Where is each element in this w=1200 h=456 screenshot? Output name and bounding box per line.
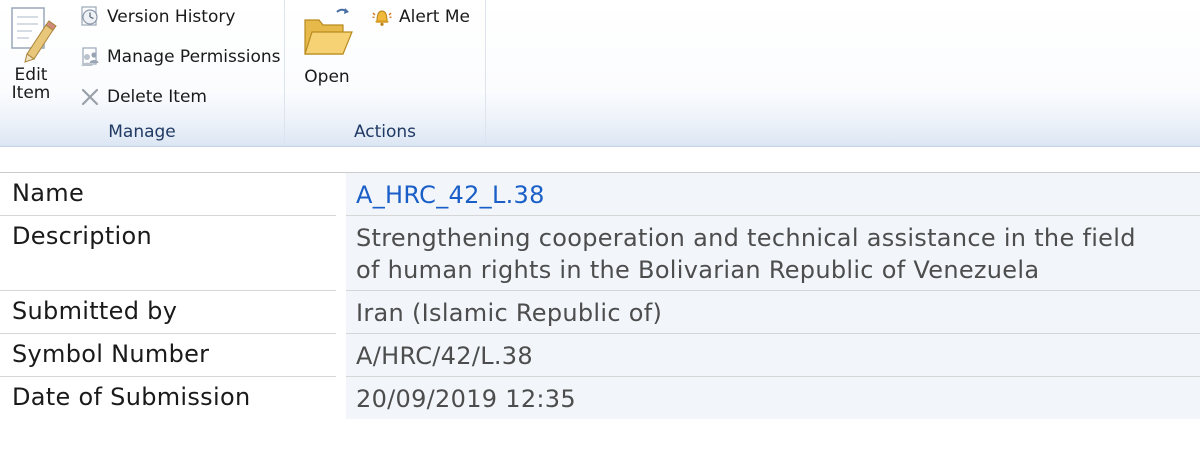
open-button[interactable]: Open	[298, 0, 356, 86]
manage-permissions-button[interactable]: Manage Permissions	[78, 42, 280, 72]
property-label: Name	[0, 172, 336, 216]
property-row-date-of-submission: Date of Submission 20/09/2019 12:35	[0, 376, 1200, 419]
property-value-submitted-by: Iran (Islamic Republic of)	[346, 290, 1200, 334]
alert-me-button[interactable]: Alert Me	[370, 2, 470, 32]
property-label: Submitted by	[0, 290, 336, 334]
edit-item-button[interactable]: Edit Item	[4, 0, 58, 102]
edit-item-label-line1: Edit	[14, 65, 48, 85]
ribbon-group-title-manage: Manage	[108, 122, 176, 142]
edit-item-icon	[11, 7, 57, 63]
ribbon: Edit Item Version History Manage Permiss…	[0, 0, 1200, 147]
delete-icon	[81, 88, 99, 106]
edit-item-label-line2: Item	[11, 83, 51, 103]
property-label: Description	[0, 215, 336, 291]
version-history-label: Version History	[107, 7, 236, 27]
property-row-submitted-by: Submitted by Iran (Islamic Republic of)	[0, 290, 1200, 334]
ribbon-group-manage: Edit Item Version History Manage Permiss…	[0, 0, 285, 146]
delete-item-button[interactable]: Delete Item	[78, 82, 207, 112]
property-label: Symbol Number	[0, 333, 336, 377]
version-history-icon	[81, 6, 98, 26]
version-history-button[interactable]: Version History	[78, 2, 235, 32]
property-value-description: Strengthening cooperation and technical …	[346, 215, 1200, 291]
property-label: Date of Submission	[0, 376, 336, 419]
ribbon-group-title-actions: Actions	[353, 122, 417, 142]
property-row-description: Description Strengthening cooperation an…	[0, 215, 1200, 291]
alert-bell-icon	[372, 10, 392, 26]
delete-item-label: Delete Item	[107, 87, 207, 107]
manage-permissions-icon	[81, 47, 99, 66]
alert-me-label: Alert Me	[399, 7, 470, 27]
open-folder-icon	[304, 8, 353, 55]
manage-permissions-label: Manage Permissions	[107, 47, 281, 67]
property-value-symbol-number: A/HRC/42/L.38	[346, 333, 1200, 377]
description-line-2: of human rights in the Bolivarian Republ…	[356, 256, 1040, 284]
property-row-name: Name A_HRC_42_L.38	[0, 172, 1200, 216]
property-value-name-link[interactable]: A_HRC_42_L.38	[346, 172, 1200, 216]
property-value-date-of-submission: 20/09/2019 12:35	[346, 376, 1200, 419]
item-properties-table: Name A_HRC_42_L.38 Description Strengthe…	[0, 172, 1200, 419]
open-label: Open	[304, 67, 350, 87]
description-line-1: Strengthening cooperation and technical …	[356, 224, 1136, 252]
property-row-symbol-number: Symbol Number A/HRC/42/L.38	[0, 333, 1200, 377]
